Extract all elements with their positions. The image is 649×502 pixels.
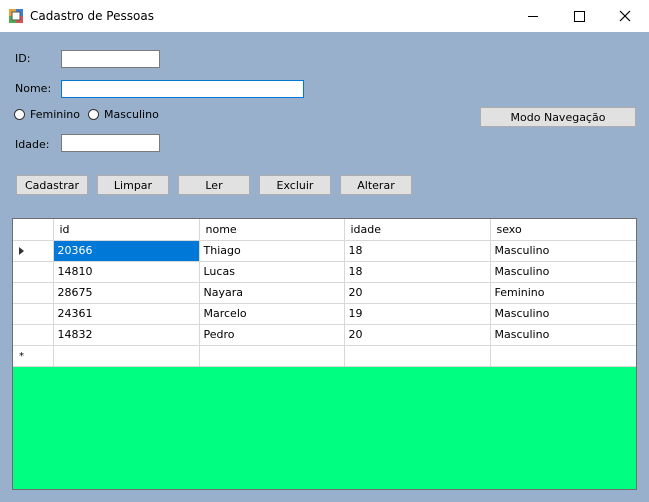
maximize-button[interactable]	[556, 0, 602, 32]
cell-nome[interactable]: Nayara	[199, 282, 345, 304]
ler-button[interactable]: Ler	[178, 175, 250, 195]
feminino-label: Feminino	[30, 108, 80, 121]
cell-id[interactable]: 24361	[53, 303, 200, 325]
cell-nome[interactable]: Pedro	[199, 324, 345, 346]
column-header-nome[interactable]: nome	[199, 219, 345, 241]
grid-corner-header[interactable]	[13, 219, 54, 241]
cell-sexo[interactable]: Feminino	[490, 282, 636, 304]
limpar-button[interactable]: Limpar	[97, 175, 169, 195]
new-row-marker: *	[19, 351, 24, 362]
new-cell-nome[interactable]	[199, 345, 345, 367]
table-row[interactable]: 14810 Lucas 18 Masculino	[13, 261, 636, 283]
pessoas-data-grid[interactable]: id nome idade sexo 20366 Thiago 18 Mascu…	[12, 218, 637, 490]
cell-nome[interactable]: Thiago	[199, 240, 345, 262]
cell-sexo[interactable]: Masculino	[490, 303, 636, 325]
cell-sexo[interactable]: Masculino	[490, 261, 636, 283]
modo-navegacao-button[interactable]: Modo Navegação	[480, 107, 636, 127]
alterar-button[interactable]: Alterar	[340, 175, 412, 195]
row-header[interactable]	[13, 282, 54, 304]
grid-header-row: id nome idade sexo	[13, 219, 636, 241]
cell-nome[interactable]: Lucas	[199, 261, 345, 283]
row-header[interactable]	[13, 324, 54, 346]
id-input[interactable]	[61, 50, 160, 68]
nome-input[interactable]	[61, 80, 304, 98]
cell-idade[interactable]: 18	[344, 261, 491, 283]
id-label: ID:	[15, 52, 31, 65]
minimize-icon	[528, 15, 538, 17]
minimize-button[interactable]	[510, 0, 556, 32]
excluir-button[interactable]: Excluir	[259, 175, 331, 195]
cell-idade[interactable]: 20	[344, 324, 491, 346]
title-bar: Cadastro de Pessoas	[0, 0, 649, 32]
close-button[interactable]	[602, 0, 648, 32]
table-row[interactable]: 20366 Thiago 18 Masculino	[13, 240, 636, 262]
row-header[interactable]	[13, 261, 54, 283]
feminino-radio[interactable]: Feminino	[14, 108, 80, 121]
column-header-sexo[interactable]: sexo	[490, 219, 636, 241]
window-title: Cadastro de Pessoas	[30, 9, 154, 23]
cell-sexo[interactable]: Masculino	[490, 324, 636, 346]
masculino-radio[interactable]: Masculino	[88, 108, 159, 121]
cadastrar-button[interactable]: Cadastrar	[16, 175, 88, 195]
idade-input[interactable]	[61, 134, 160, 152]
table-row[interactable]: 28675 Nayara 20 Feminino	[13, 282, 636, 304]
cell-idade[interactable]: 18	[344, 240, 491, 262]
cell-idade[interactable]: 20	[344, 282, 491, 304]
maximize-icon	[573, 10, 585, 22]
row-header[interactable]	[13, 303, 54, 325]
masculino-label: Masculino	[104, 108, 159, 121]
table-row[interactable]: 14832 Pedro 20 Masculino	[13, 324, 636, 346]
close-icon	[619, 10, 631, 22]
new-row[interactable]: *	[13, 345, 636, 367]
current-row-arrow-icon	[19, 247, 24, 255]
grid-table: id nome idade sexo 20366 Thiago 18 Mascu…	[13, 219, 636, 367]
cell-idade[interactable]: 19	[344, 303, 491, 325]
radio-circle[interactable]	[88, 109, 99, 120]
table-row[interactable]: 24361 Marcelo 19 Masculino	[13, 303, 636, 325]
cell-nome[interactable]: Marcelo	[199, 303, 345, 325]
new-cell-id[interactable]	[53, 345, 200, 367]
new-row-header[interactable]: *	[13, 345, 54, 367]
nome-label: Nome:	[15, 82, 52, 95]
cell-id[interactable]: 20366	[53, 240, 200, 262]
cell-sexo[interactable]: Masculino	[490, 240, 636, 262]
cell-id[interactable]: 28675	[53, 282, 200, 304]
app-icon	[9, 9, 23, 23]
column-header-id[interactable]: id	[53, 219, 200, 241]
idade-label: Idade:	[15, 138, 50, 151]
radio-circle[interactable]	[14, 109, 25, 120]
new-cell-idade[interactable]	[344, 345, 491, 367]
row-header-current[interactable]	[13, 240, 54, 262]
cell-id[interactable]: 14810	[53, 261, 200, 283]
column-header-idade[interactable]: idade	[344, 219, 491, 241]
cell-id[interactable]: 14832	[53, 324, 200, 346]
new-cell-sexo[interactable]	[490, 345, 636, 367]
